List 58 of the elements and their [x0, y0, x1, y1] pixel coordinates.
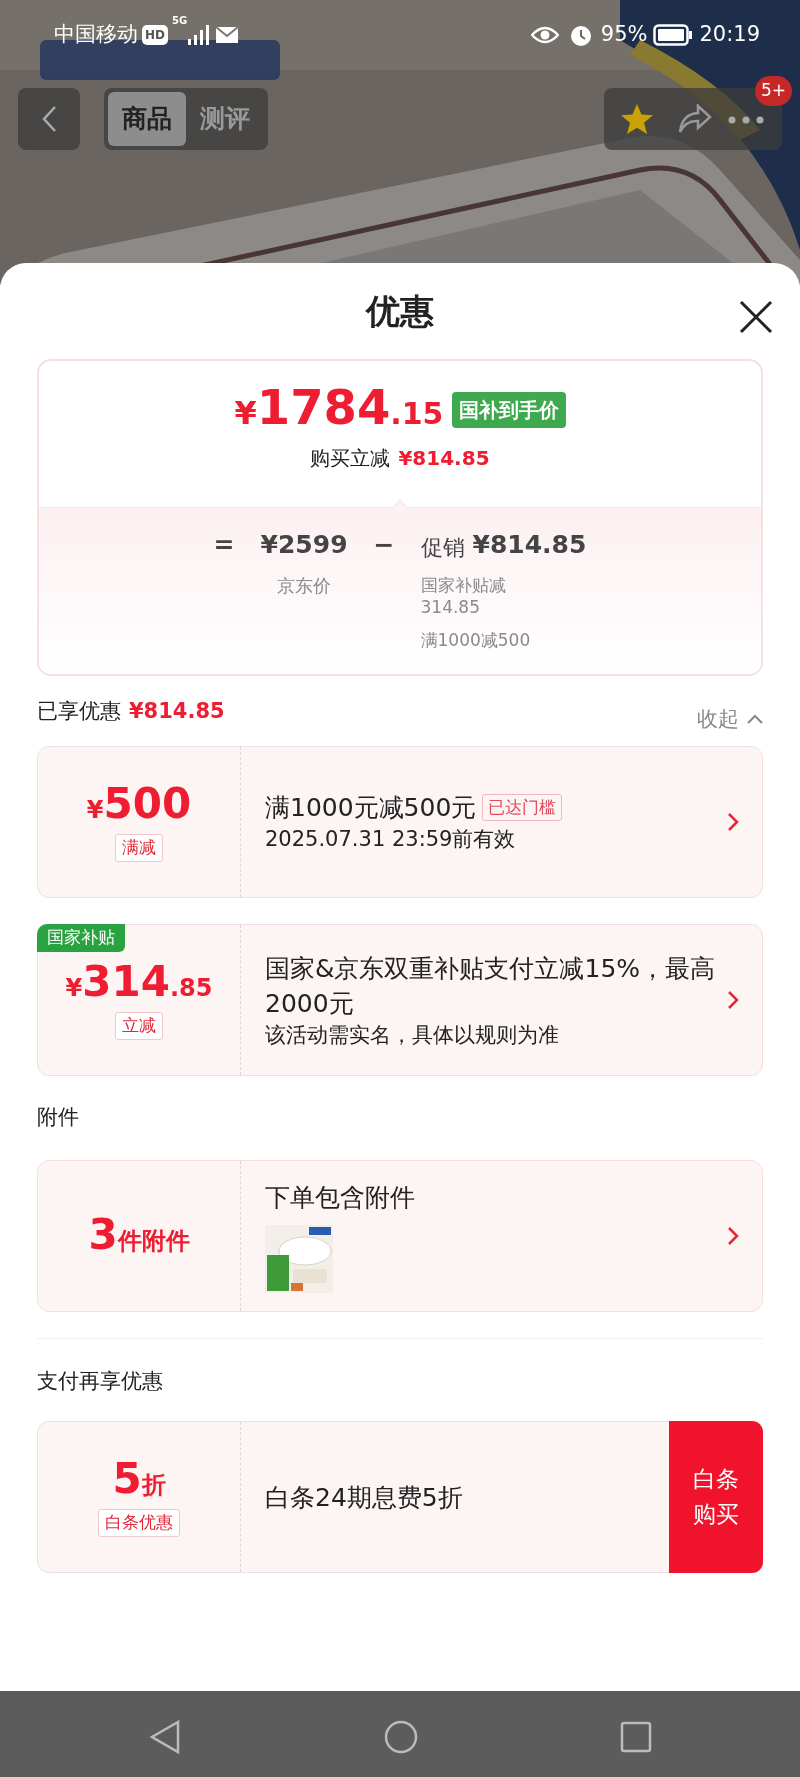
enjoyed-label: 已享优惠: [37, 697, 121, 725]
discount-amount: ¥500: [86, 783, 192, 829]
coupon-note: 2025.07.31 23:59前有效: [265, 826, 517, 854]
promo-amount: ¥814.85: [472, 529, 587, 561]
promo-detail: 国家补贴减314.85: [420, 573, 507, 620]
minus-sign: −: [373, 529, 395, 561]
coupon-note: 该活动需实名，具体以规则为准: [265, 1021, 560, 1049]
discount-amount: 5折: [112, 1458, 166, 1504]
top-tab[interactable]: 商品: [108, 92, 186, 146]
coupon-title: 国家&京东双重补贴支付立减15%，最高2000元: [265, 952, 717, 1020]
coupon-title: 白条24期息费5折: [265, 1481, 463, 1514]
equals-sign: =: [213, 529, 235, 561]
star-icon: [620, 103, 654, 135]
final-price: ¥1784.15: [234, 383, 444, 437]
home-icon[interactable]: [383, 1718, 419, 1755]
back-button[interactable]: [18, 88, 80, 150]
back-icon: [41, 105, 57, 133]
hd-icon: HD: [142, 25, 168, 45]
type-tag: 白条优惠: [98, 1509, 180, 1537]
recents-icon[interactable]: [619, 1720, 652, 1753]
buy-button[interactable]: 白条购买: [669, 1421, 763, 1574]
section-heading: 支付再享优惠: [37, 1367, 163, 1395]
base-price: ¥2599: [260, 529, 348, 561]
eye-icon: [530, 25, 559, 45]
close-icon: [738, 299, 774, 335]
status-tag: 已达门槛: [482, 793, 563, 822]
coupon-card[interactable]: 5折 白条优惠 白条24期息费5折 白条购买: [37, 1421, 763, 1574]
coupon-title: 下单包含附件: [265, 1181, 415, 1214]
coupon-card[interactable]: ¥314.85 立减 国家补贴 国家&京东双重补贴支付立减15%，最高2000元 该活动需实名，具体以规则为准: [37, 924, 763, 1077]
saving-amount: ¥814.85: [398, 445, 490, 472]
saving-label: 购买立减: [310, 445, 391, 472]
mail-icon: [215, 26, 240, 44]
price-tag: 国补到手价: [451, 392, 566, 428]
network-label: 5G: [172, 16, 188, 26]
clock-time: 20:19: [699, 21, 760, 49]
promo-label: 促销: [420, 533, 465, 562]
battery-percent: 95%: [600, 21, 648, 49]
type-tag: 满减: [115, 834, 163, 862]
coupon-card[interactable]: 3件附件 下单包含附件: [37, 1160, 763, 1313]
coupon-card[interactable]: ¥500 满减 满1000元减500元 已达门槛 2025.07.31 23:59前有效: [37, 746, 763, 899]
coupon-title: 满1000元减500元: [265, 792, 477, 825]
base-price-label: 京东价: [277, 573, 332, 598]
promo-detail: 满1000减500: [420, 629, 532, 653]
more-icon: [728, 115, 764, 124]
share-icon: [678, 104, 712, 134]
subsidy-tag: 国家补贴: [37, 924, 125, 952]
sheet-title: 优惠: [366, 289, 434, 333]
carrier-name: 中国移动: [54, 21, 138, 49]
signal-icon: [187, 25, 210, 45]
discount-amount: ¥314.85: [65, 961, 213, 1007]
type-tag: 立减: [115, 1012, 163, 1040]
battery-icon: [653, 24, 694, 46]
discount-amount: 3件附件: [88, 1213, 190, 1259]
enjoyed-amount: ¥814.85: [129, 697, 225, 725]
section-heading: 附件: [37, 1104, 79, 1132]
collapse-toggle[interactable]: 收起: [697, 703, 763, 736]
alarm-icon: [568, 23, 593, 47]
caret-up-icon: [747, 714, 763, 725]
